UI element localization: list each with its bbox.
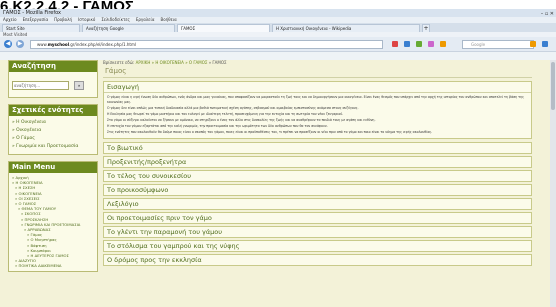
menu-history[interactable]: Ιστορικό — [78, 17, 95, 23]
related-module: Σχετικές ενότητες » Η Οικογένεια » Οικογ… — [8, 104, 98, 155]
section-link[interactable]: Το στόλισμα του γαμπρού και της νύφης — [103, 240, 532, 253]
intro-paragraph: Ο γάμος είναι η ιερή ένωση δύο ανθρώπων,… — [107, 95, 524, 104]
section-link[interactable]: Το γλέντι την παραμονή του γάμου — [103, 226, 532, 239]
breadcrumb-current: » ΓΑΜΟΣ — [208, 60, 227, 65]
scrollbar-thumb[interactable] — [551, 62, 555, 110]
section-link[interactable]: Λεξιλόγιο — [103, 198, 532, 211]
site-search-button[interactable]: » — [74, 81, 85, 90]
menu-file[interactable]: Αρχείο — [3, 17, 17, 23]
sidebar: Αναζήτηση αναζήτηση... » Σχετικές ενότητ… — [8, 60, 98, 278]
window-title: ΓΑΜΟΣ - Mozilla Firefox — [3, 10, 61, 16]
url-prefix: www. — [37, 42, 48, 47]
menu-link[interactable]: » ΠΟΙΗΤΙΚΑ ΔΙΑΚΕΙΜΕΝΑ — [12, 263, 94, 268]
section-link[interactable]: Το βιωτικό — [103, 142, 532, 155]
related-link[interactable]: » Ο Γάμος — [12, 135, 94, 143]
bookmark-star-icon[interactable] — [392, 41, 398, 47]
section-link[interactable]: Ο δρόμος προς την εκκλησία — [103, 254, 532, 267]
vertical-scrollbar[interactable] — [550, 60, 556, 307]
menu-tools[interactable]: Εργαλεία — [136, 17, 155, 23]
url-path: .gr/index.php/el/index.php/1.html — [68, 42, 136, 47]
back-arrow-icon[interactable]: ◀ — [4, 40, 12, 48]
search-module: Αναζήτηση αναζήτηση... » — [8, 60, 98, 98]
intro-paragraph: Ο γάμος δεν είναι απλώς μια τυπική διαδι… — [107, 105, 359, 110]
web-page: Αναζήτηση αναζήτηση... » Σχετικές ενότητ… — [0, 60, 556, 307]
related-link[interactable]: » Γνωριμία και Προετοιμασία — [12, 143, 94, 151]
tab-start-site[interactable]: Start Site — [2, 24, 80, 32]
intro-paragraph: Η Εκκλησία μας θεωρεί το γάμο μυστήριο κ… — [107, 111, 344, 116]
site-search-input[interactable]: αναζήτηση... — [12, 81, 69, 90]
search-engine-icon[interactable] — [530, 41, 536, 47]
intro-title[interactable]: Εισαγωγή — [104, 82, 531, 93]
url-domain: myschool — [47, 42, 69, 47]
forward-arrow-icon[interactable]: ▶ — [16, 40, 24, 48]
reload-icon[interactable] — [404, 41, 410, 47]
intro-paragraph: Στις ενότητες που ακολουθούν θα δούμε πο… — [107, 130, 433, 135]
menu-view[interactable]: Προβολή — [54, 17, 72, 23]
browser-window: ΓΑΜΟΣ - Mozilla Firefox – ▫ ✕ Αρχείο Επε… — [0, 9, 556, 307]
new-tab-button[interactable]: + — [422, 24, 430, 32]
navigation-toolbar: ◀ ▶ www.myschool.gr/index.php/el/index.p… — [0, 37, 556, 52]
menu-help[interactable]: Βοήθεια — [160, 17, 176, 23]
page-title: Γάμος — [103, 66, 532, 78]
search-module-title: Αναζήτηση — [9, 61, 97, 72]
menu-bookmarks[interactable]: Σελιδοδείκτες — [101, 17, 130, 23]
main-content: Βρίσκεστε εδώ: ΑΡΧΙΚΗ » Η ΟΙΚΟΓΕΝΕΙΑ » Ο… — [103, 60, 532, 267]
addon-icon[interactable] — [416, 41, 422, 47]
url-bar[interactable]: www.myschool.gr/index.php/el/index.php/1… — [30, 40, 383, 49]
intro-paragraph: Στο γάμο οι σύζυγοι καλούνται να ζήσουν … — [107, 117, 376, 122]
search-box[interactable]: Google — [462, 40, 534, 49]
section-link[interactable]: Προξενιτής/προξενήτρα — [103, 156, 532, 169]
intro-text: Ο γάμος είναι η ιερή ένωση δύο ανθρώπων,… — [104, 93, 531, 138]
tab-google-search[interactable]: Αναζήτηση Google — [82, 24, 175, 32]
intro-section: Εισαγωγή Ο γάμος είναι η ιερή ένωση δύο … — [103, 81, 532, 140]
section-link[interactable]: Το προικοσύμφωνο — [103, 184, 532, 197]
title-bar: ΓΑΜΟΣ - Mozilla Firefox – ▫ ✕ — [0, 9, 556, 17]
tab-bar: Start Site Αναζήτηση Google ΓΑΜΟΣ Η Χρισ… — [0, 23, 556, 32]
extension-icon[interactable] — [428, 41, 434, 47]
section-link[interactable]: Οι προετοιμασίες πριν τον γάμο — [103, 212, 532, 225]
breadcrumb-prefix: Βρίσκεστε εδώ: — [103, 60, 135, 65]
main-menu-title: Main Menu — [9, 162, 97, 173]
section-link[interactable]: Το τέλος του συνοικεσίου — [103, 170, 532, 183]
breadcrumb-path[interactable]: ΑΡΧΙΚΗ » Η ΟΙΚΟΓΕΝΕΙΑ » Ο ΓΑΜΟΣ — [136, 60, 208, 65]
rss-icon[interactable] — [440, 41, 446, 47]
main-menu-module: Main Menu » Αρχική » Η ΟΙΚΟΓΕΝΕΙΑ » Η ΣΧ… — [8, 161, 98, 272]
intro-paragraph: Η επιτυχία του γάμου εξαρτάται από την κ… — [107, 123, 328, 128]
menu-edit[interactable]: Επεξεργασία — [23, 17, 49, 23]
window-controls[interactable]: – ▫ ✕ — [541, 10, 554, 18]
home-icon[interactable] — [542, 41, 548, 47]
related-link[interactable]: » Οικογένεια — [12, 127, 94, 135]
related-link[interactable]: » Η Οικογένεια — [12, 119, 94, 127]
tab-wikipedia[interactable]: Η Χριστιανική Οικογένεια - Wikipedia — [272, 24, 420, 32]
tab-gamos[interactable]: ΓΑΜΟΣ — [177, 24, 270, 32]
related-module-title: Σχετικές ενότητες — [9, 105, 97, 116]
